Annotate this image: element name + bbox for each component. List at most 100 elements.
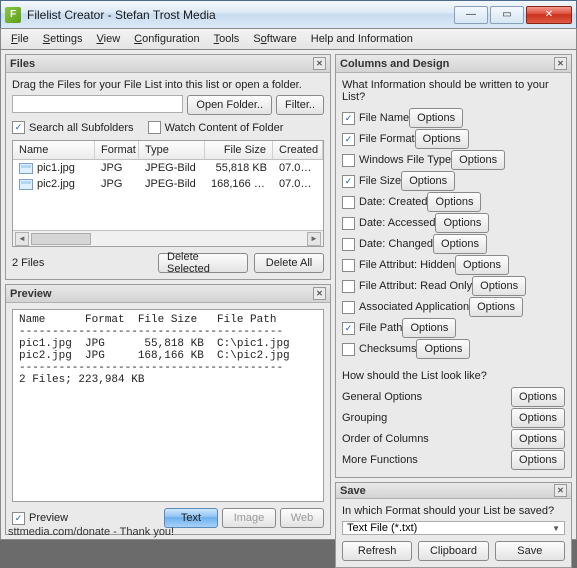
column-options-button[interactable]: Options — [409, 108, 463, 128]
column-checkbox[interactable]: ✓File Format — [342, 133, 415, 146]
search-subfolders-checkbox[interactable]: ✓Search all Subfolders — [12, 121, 134, 134]
column-options-button[interactable]: Options — [401, 171, 455, 191]
look-option-row: GroupingOptions — [342, 408, 565, 428]
menu-settings[interactable]: Settings — [37, 31, 89, 47]
column-options-button[interactable]: Options — [451, 150, 505, 170]
look-options-button[interactable]: Options — [511, 429, 565, 449]
image-file-icon — [19, 163, 33, 174]
column-checkbox[interactable]: ✓File Path — [342, 322, 402, 335]
menu-view[interactable]: View — [91, 31, 127, 47]
col-format-header[interactable]: Format — [95, 141, 139, 159]
column-options-button[interactable]: Options — [472, 276, 526, 296]
look-option-label: Grouping — [342, 412, 511, 424]
column-option-row: ✓File NameOptions — [342, 108, 565, 128]
menu-tools[interactable]: Tools — [208, 31, 246, 47]
column-option-row: File Attribut: HiddenOptions — [342, 255, 565, 275]
column-options-button[interactable]: Options — [455, 255, 509, 275]
look-option-row: Order of ColumnsOptions — [342, 429, 565, 449]
column-options-button[interactable]: Options — [469, 297, 523, 317]
horizontal-scrollbar[interactable]: ◄ ► — [13, 230, 323, 246]
delete-selected-button[interactable]: Delete Selected — [158, 253, 248, 273]
preview-panel-title: Preview — [10, 288, 52, 300]
format-select[interactable]: Text File (*.txt) ▼ — [342, 521, 565, 535]
clipboard-button[interactable]: Clipboard — [418, 541, 488, 561]
column-checkbox[interactable]: Checksums — [342, 343, 416, 356]
column-option-row: Associated ApplicationOptions — [342, 297, 565, 317]
save-button[interactable]: Save — [495, 541, 565, 561]
menubar: File Settings View Configuration Tools S… — [0, 28, 577, 50]
files-panel-close-icon[interactable]: ✕ — [313, 57, 326, 70]
menu-help[interactable]: Help and Information — [305, 31, 419, 47]
maximize-button[interactable]: ▭ — [490, 6, 524, 24]
column-options-button[interactable]: Options — [415, 129, 469, 149]
col-name-header[interactable]: Name — [13, 141, 95, 159]
menu-software[interactable]: Software — [247, 31, 302, 47]
column-checkbox[interactable]: File Attribut: Read Only — [342, 280, 472, 293]
files-panel: Files ✕ Drag the Files for your File Lis… — [5, 54, 331, 280]
table-row[interactable]: pic1.jpg JPG JPEG-Bild 55,818 KB 07.04.2… — [13, 160, 323, 176]
save-panel-close-icon[interactable]: ✕ — [554, 484, 567, 497]
column-options-button[interactable]: Options — [433, 234, 487, 254]
column-checkbox[interactable]: Date: Accessed — [342, 217, 435, 230]
image-view-button[interactable]: Image — [222, 508, 276, 528]
columns-design-panel: Columns and Design ✕ What Information sh… — [335, 54, 572, 478]
col-size-header[interactable]: File Size — [205, 141, 273, 159]
files-panel-title: Files — [10, 58, 35, 70]
preview-checkbox[interactable]: ✓Preview — [12, 512, 68, 525]
column-checkbox[interactable]: Date: Changed — [342, 238, 433, 251]
look-options-button[interactable]: Options — [511, 408, 565, 428]
minimize-button[interactable]: — — [454, 6, 488, 24]
look-options-button[interactable]: Options — [511, 450, 565, 470]
watch-content-checkbox[interactable]: Watch Content of Folder — [148, 121, 284, 134]
folder-path-input[interactable] — [12, 95, 183, 113]
format-select-value: Text File (*.txt) — [347, 522, 417, 534]
column-option-row: Date: ChangedOptions — [342, 234, 565, 254]
open-folder-button[interactable]: Open Folder.. — [187, 95, 272, 115]
column-option-row: Date: CreatedOptions — [342, 192, 565, 212]
scroll-right-icon[interactable]: ► — [307, 232, 321, 246]
columns-panel-close-icon[interactable]: ✕ — [554, 57, 567, 70]
refresh-button[interactable]: Refresh — [342, 541, 412, 561]
delete-all-button[interactable]: Delete All — [254, 253, 324, 273]
look-option-label: More Functions — [342, 454, 511, 466]
preview-text-area: Name Format File Size File Path --------… — [12, 309, 324, 502]
column-option-row: ✓File SizeOptions — [342, 171, 565, 191]
column-options-button[interactable]: Options — [427, 192, 481, 212]
column-checkbox[interactable]: Associated Application — [342, 301, 469, 314]
column-option-row: ChecksumsOptions — [342, 339, 565, 359]
columns-panel-title: Columns and Design — [340, 58, 449, 70]
column-checkbox[interactable]: Date: Created — [342, 196, 427, 209]
app-icon: F — [5, 7, 21, 23]
column-checkbox[interactable]: File Attribut: Hidden — [342, 259, 455, 272]
menu-configuration[interactable]: Configuration — [128, 31, 205, 47]
table-row[interactable]: pic2.jpg JPG JPEG-Bild 168,166 KB 07.04.… — [13, 176, 323, 192]
files-instruction: Drag the Files for your File List into t… — [12, 79, 324, 91]
scroll-thumb[interactable] — [31, 233, 91, 245]
text-view-button[interactable]: Text — [164, 508, 218, 528]
col-created-header[interactable]: Created — [273, 141, 323, 159]
column-option-row: ✓File FormatOptions — [342, 129, 565, 149]
preview-panel-close-icon[interactable]: ✕ — [313, 287, 326, 300]
menu-file[interactable]: File — [5, 31, 35, 47]
web-view-button[interactable]: Web — [280, 508, 324, 528]
column-options-button[interactable]: Options — [402, 318, 456, 338]
col-type-header[interactable]: Type — [139, 141, 205, 159]
column-checkbox[interactable]: Windows File Type — [342, 154, 451, 167]
close-button[interactable]: ✕ — [526, 6, 572, 24]
file-table-header: Name Format Type File Size Created — [13, 141, 323, 160]
file-count: 2 Files — [12, 257, 152, 269]
scroll-left-icon[interactable]: ◄ — [15, 232, 29, 246]
column-checkbox[interactable]: ✓File Name — [342, 112, 409, 125]
column-options-button[interactable]: Options — [435, 213, 489, 233]
column-checkbox[interactable]: ✓File Size — [342, 175, 401, 188]
save-panel-title: Save — [340, 485, 366, 497]
look-question: How should the List look like? — [342, 370, 565, 382]
save-question: In which Format should your List be save… — [342, 505, 565, 517]
look-options-button[interactable]: Options — [511, 387, 565, 407]
filter-button[interactable]: Filter.. — [276, 95, 324, 115]
look-option-label: Order of Columns — [342, 433, 511, 445]
column-option-row: Date: AccessedOptions — [342, 213, 565, 233]
column-option-row: File Attribut: Read OnlyOptions — [342, 276, 565, 296]
look-option-row: More FunctionsOptions — [342, 450, 565, 470]
column-options-button[interactable]: Options — [416, 339, 470, 359]
